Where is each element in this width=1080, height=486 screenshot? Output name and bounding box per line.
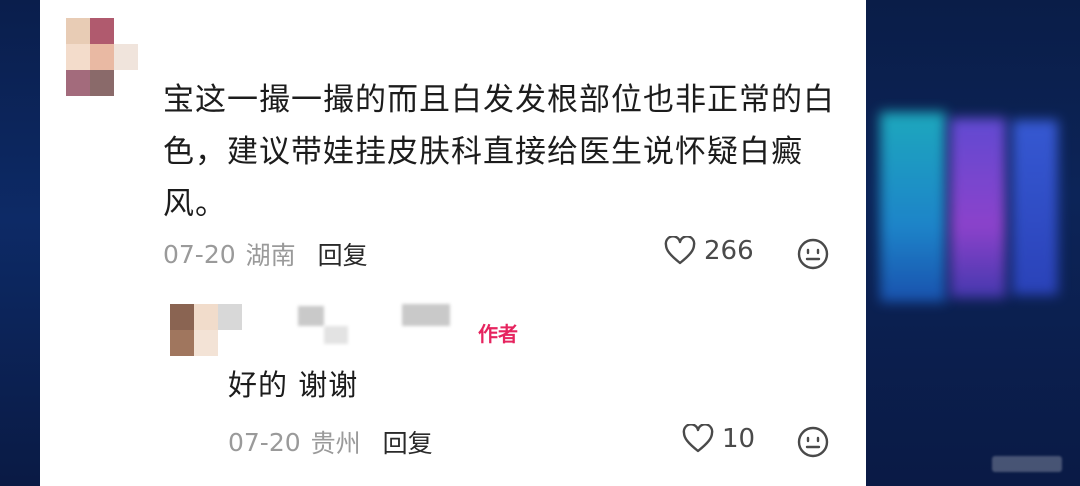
- smiley-face-icon[interactable]: [797, 238, 829, 270]
- reply-button[interactable]: 回复: [383, 424, 433, 460]
- reply-username: [324, 326, 348, 344]
- watermark: [992, 456, 1062, 472]
- video-background-left: [0, 0, 40, 486]
- reply-meta: 07-20 贵州 回复: [228, 424, 433, 460]
- background-glow: [950, 118, 1006, 298]
- reply-button[interactable]: 回复: [318, 236, 368, 272]
- comment-text: 宝这一撮一撮的而且白发发根部位也非正常的白色，建议带娃挂皮肤科直接给医生说怀疑白…: [163, 82, 835, 222]
- avatar[interactable]: [66, 18, 138, 98]
- background-glow: [880, 112, 946, 302]
- comment-location: 湖南: [245, 241, 296, 270]
- comment-meta: 07-20 湖南 回复: [163, 236, 368, 272]
- like-count: 266: [704, 236, 754, 266]
- like-button[interactable]: 10: [682, 424, 755, 454]
- heart-icon: [682, 424, 714, 453]
- background-glow: [1012, 120, 1058, 295]
- like-button[interactable]: 266: [664, 236, 754, 266]
- reply-text: 好的 谢谢: [228, 368, 359, 402]
- smiley-face-icon[interactable]: [797, 426, 829, 458]
- like-count: 10: [722, 424, 756, 454]
- author-badge: 作者: [478, 322, 518, 346]
- reply-avatar[interactable]: [170, 304, 246, 356]
- reply-date: 07-20: [228, 427, 301, 457]
- heart-icon: [664, 236, 696, 265]
- reply-location: 贵州: [310, 429, 361, 458]
- reply-username: [402, 304, 450, 326]
- reply-username[interactable]: [298, 306, 324, 326]
- comment-date: 07-20: [163, 239, 236, 269]
